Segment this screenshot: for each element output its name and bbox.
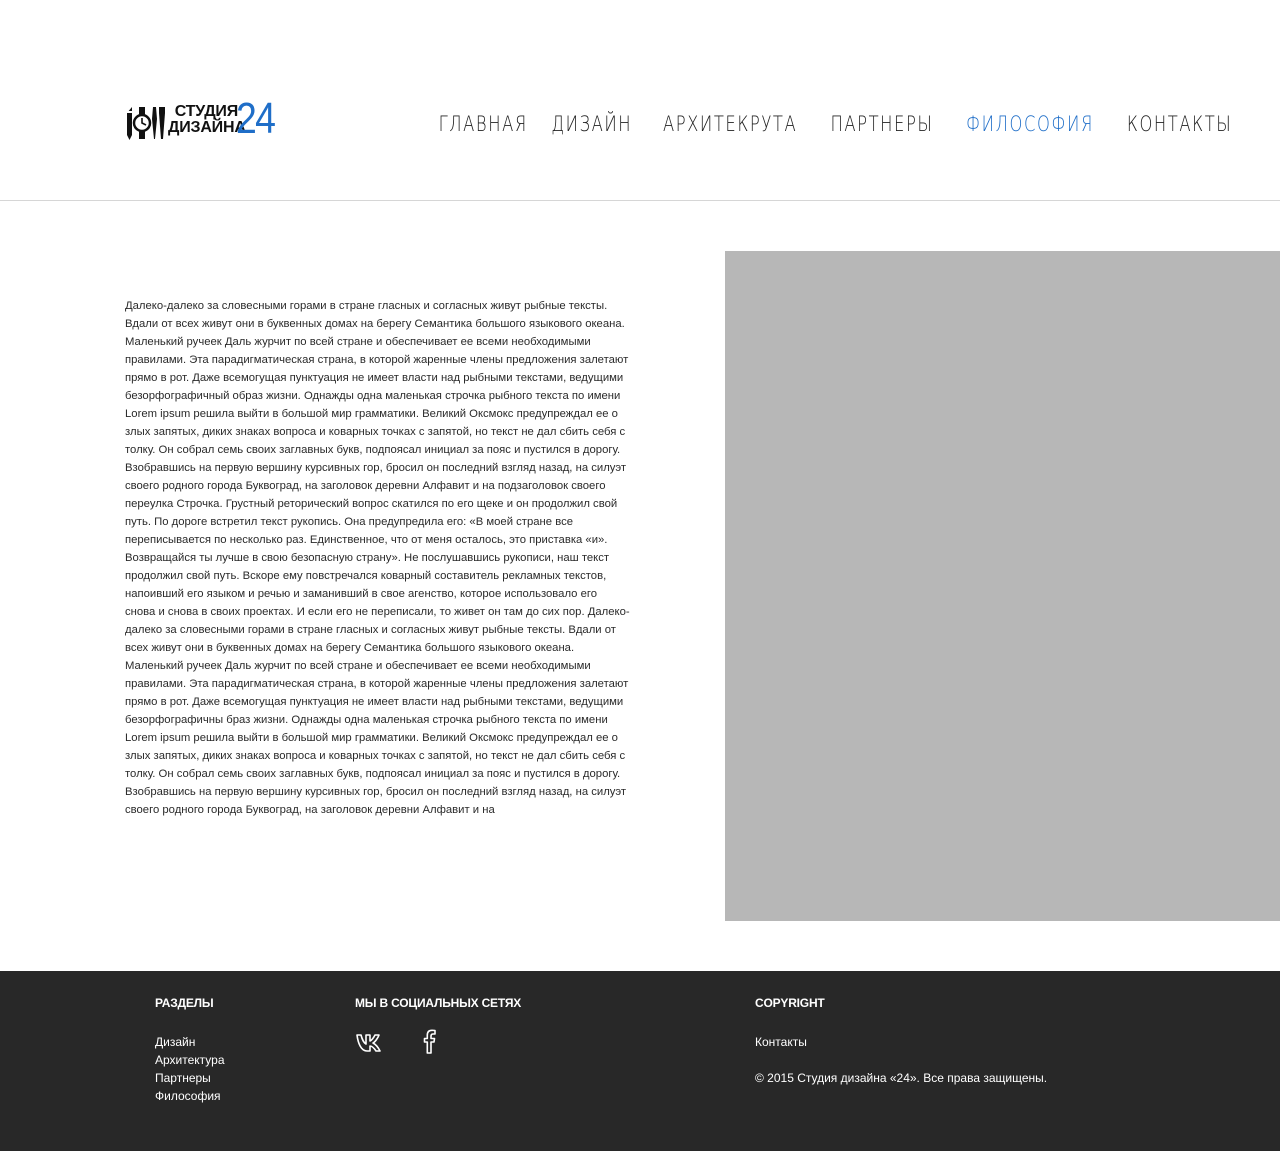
- logo-number: 24: [236, 94, 276, 143]
- footer-link-partners[interactable]: Партнеры: [155, 1069, 225, 1087]
- footer-link-philosophy[interactable]: Философия: [155, 1087, 225, 1105]
- nav-item-partners[interactable]: Партнеры: [831, 112, 934, 142]
- vk-icon[interactable]: [355, 1027, 385, 1055]
- site-footer: РАЗДЕЛЫ Дизайн Архитектура Партнеры Фило…: [0, 971, 1280, 1151]
- footer-sections-list: Дизайн Архитектура Партнеры Философия: [155, 1033, 225, 1105]
- image-placeholder: [725, 251, 1280, 921]
- nav-item-design[interactable]: Дизайн: [552, 112, 633, 142]
- nav-item-contacts[interactable]: Контакты: [1127, 112, 1232, 142]
- footer-link-contacts[interactable]: Контакты: [755, 1033, 807, 1051]
- copyright-notice: © 2015 Студия дизайна «24». Все права за…: [755, 1071, 1048, 1085]
- nav-item-home[interactable]: Главная: [439, 112, 528, 142]
- article-text: Далеко-далеко за словесными горами в стр…: [125, 300, 630, 816]
- footer-sections-title: РАЗДЕЛЫ: [155, 996, 214, 1010]
- social-links: [355, 1027, 445, 1055]
- footer-link-architecture[interactable]: Архитектура: [155, 1051, 225, 1069]
- site-logo[interactable]: СТУДИЯ ДИЗАЙНА 24: [124, 97, 284, 141]
- logo-line1: СТУДИЯ: [174, 103, 238, 120]
- site-header: СТУДИЯ ДИЗАЙНА 24 Главная Дизайн Архитек…: [0, 0, 1280, 201]
- footer-copyright-title: COPYRIGHT: [755, 996, 825, 1010]
- tools-icon: [126, 107, 165, 140]
- nav-item-architecture[interactable]: Архитекрута: [663, 112, 797, 142]
- facebook-icon[interactable]: [415, 1027, 445, 1055]
- footer-link-design[interactable]: Дизайн: [155, 1033, 225, 1051]
- logo-line2: ДИЗАЙНА: [168, 119, 246, 136]
- main-nav: Главная Дизайн Архитекрута Партнеры Фило…: [426, 112, 1231, 142]
- logo-wordmark: СТУДИЯ ДИЗАЙНА: [168, 103, 246, 136]
- footer-social-title: МЫ В СОЦИАЛЬНЫХ СЕТЯХ: [355, 996, 522, 1010]
- nav-item-philosophy[interactable]: Философия: [966, 112, 1094, 142]
